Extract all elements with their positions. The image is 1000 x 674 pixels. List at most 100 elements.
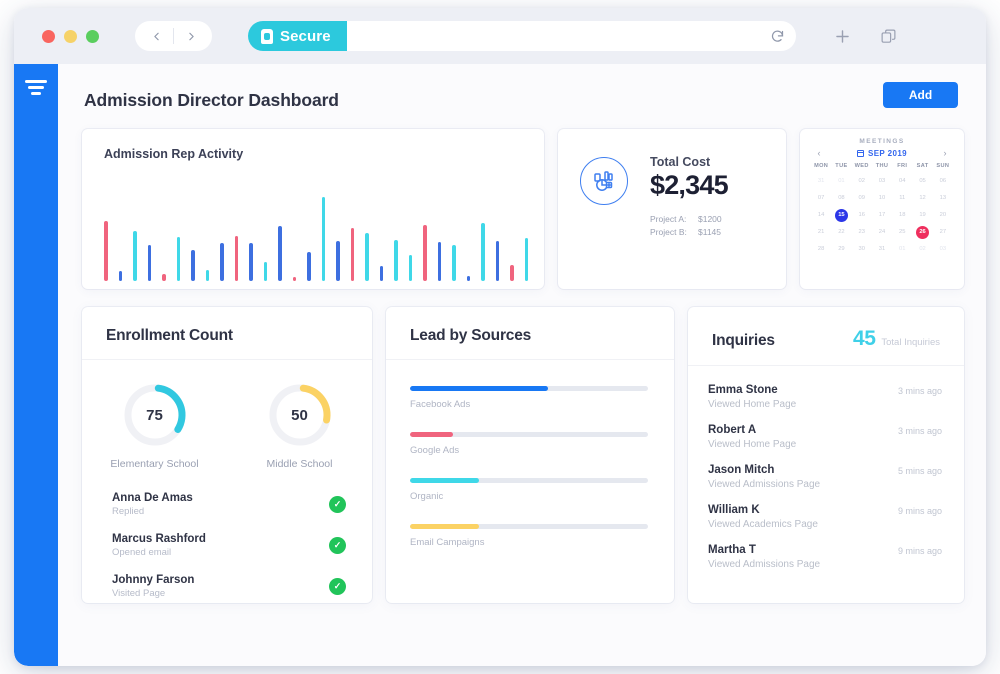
list-item[interactable]: William KViewed Academics Page9 mins ago: [708, 504, 942, 530]
inquiries-total: 45Total Inquiries: [853, 327, 940, 351]
lead-source-label: Organic: [410, 491, 648, 502]
activity-text: Anna De AmasReplied: [112, 492, 193, 517]
list-item[interactable]: Robert AViewed Home Page3 mins ago: [708, 424, 942, 450]
list-item[interactable]: Johnny FarsonVisited Page✓: [112, 574, 346, 599]
lead-progress-track: [410, 524, 648, 529]
inquiries-count-label: Total Inquiries: [881, 337, 940, 348]
close-window-button[interactable]: [42, 30, 55, 43]
inquiry-name: Emma Stone: [708, 384, 796, 396]
calendar-day-cell[interactable]: 01: [892, 242, 912, 257]
chart-bar: [191, 250, 195, 281]
chart-bar: [148, 245, 152, 281]
calendar-day-cell[interactable]: 20: [933, 208, 953, 223]
add-button[interactable]: Add: [883, 82, 958, 108]
lead-progress-fill: [410, 386, 548, 391]
list-item[interactable]: Anna De AmasReplied✓: [112, 492, 346, 517]
calendar-next-button[interactable]: ›: [939, 148, 951, 158]
enrollment-donut: 75Elementary School: [82, 382, 227, 470]
reload-button[interactable]: [760, 21, 794, 51]
calendar-day-cell[interactable]: 27: [933, 225, 953, 240]
chart-bar: [365, 233, 369, 281]
activity-status: Replied: [112, 506, 193, 517]
calendar-day-cell[interactable]: 01: [831, 174, 851, 189]
chart-bar: [119, 271, 123, 281]
calendar-day-cell[interactable]: 14: [811, 208, 831, 223]
calendar-day-cell[interactable]: 06: [933, 174, 953, 189]
calendar-day-cell[interactable]: 03: [872, 174, 892, 189]
calendar-day-cell[interactable]: 26: [912, 225, 932, 240]
activity-status: Opened email: [112, 547, 206, 558]
check-icon: ✓: [329, 537, 346, 554]
calendar-day-cell[interactable]: 31: [872, 242, 892, 257]
calendar-day-cell[interactable]: 03: [933, 242, 953, 257]
list-item[interactable]: Martha TViewed Admissions Page9 mins ago: [708, 544, 942, 570]
calendar-day-cell[interactable]: 07: [811, 191, 831, 206]
calendar-day-header: MON: [811, 163, 831, 172]
calendar-day-cell[interactable]: 22: [831, 225, 851, 240]
chart-bar: [423, 225, 427, 281]
calendar-month-selector[interactable]: SEP 2019: [857, 149, 907, 158]
donut-value: 75: [122, 382, 188, 448]
calendar-day-cell[interactable]: 18: [892, 208, 912, 223]
calendar-day-cell[interactable]: 28: [811, 242, 831, 257]
lead-source-label: Google Ads: [410, 445, 648, 456]
new-tab-button[interactable]: [830, 24, 854, 48]
calendar-day-cell[interactable]: 24: [872, 225, 892, 240]
activity-name: Marcus Rashford: [112, 533, 206, 545]
calendar-day-cell[interactable]: 13: [933, 191, 953, 206]
list-item[interactable]: Emma StoneViewed Home Page3 mins ago: [708, 384, 942, 410]
calendar-prev-button[interactable]: ‹: [813, 148, 825, 158]
inquiries-header: Inquiries 45Total Inquiries: [688, 307, 964, 366]
chrome-actions: [830, 24, 900, 48]
calendar-day-cell[interactable]: 08: [831, 191, 851, 206]
calendar-day-cell[interactable]: 15: [831, 208, 851, 223]
calendar-day-cell[interactable]: 31: [811, 174, 831, 189]
calendar-day-cell[interactable]: 12: [912, 191, 932, 206]
donut-label: Middle School: [227, 458, 372, 470]
enrollment-header: Enrollment Count: [82, 307, 372, 360]
navigation-controls: [135, 21, 212, 51]
calendar-day-cell[interactable]: 04: [892, 174, 912, 189]
lock-icon: [261, 29, 273, 44]
tab-overview-button[interactable]: [876, 24, 900, 48]
calendar-day-cell[interactable]: 05: [912, 174, 932, 189]
calendar-day-cell[interactable]: 21: [811, 225, 831, 240]
cost-project-value: $1145: [698, 226, 721, 239]
enrollment-donut-charts: 75Elementary School50Middle School: [82, 360, 372, 470]
minimize-window-button[interactable]: [64, 30, 77, 43]
calendar-day-cell[interactable]: 10: [872, 191, 892, 206]
calendar-day-cell[interactable]: 02: [852, 174, 872, 189]
chart-bar: [206, 270, 210, 281]
hamburger-menu-icon[interactable]: [25, 80, 47, 95]
maximize-window-button[interactable]: [86, 30, 99, 43]
calendar-day-cell[interactable]: 30: [852, 242, 872, 257]
total-cost-label: Total Cost: [650, 155, 728, 169]
calendar-day-cell[interactable]: 25: [892, 225, 912, 240]
lead-source-label: Email Campaigns: [410, 537, 648, 548]
calendar-day-cell[interactable]: 16: [852, 208, 872, 223]
calendar-day-cell[interactable]: 19: [912, 208, 932, 223]
calendar-day-cell[interactable]: 23: [852, 225, 872, 240]
rep-activity-list: Anna De AmasReplied✓Marcus RashfordOpene…: [82, 470, 372, 599]
forward-button[interactable]: [174, 21, 208, 51]
calendar-day-cell[interactable]: 11: [892, 191, 912, 206]
calendar-icon: [857, 150, 864, 157]
activity-text: Marcus Rashford Opened email: [112, 533, 206, 558]
chart-bar: [307, 252, 311, 281]
calendar-day-cell[interactable]: 29: [831, 242, 851, 257]
back-button[interactable]: [139, 21, 173, 51]
inquiry-time: 3 mins ago: [898, 424, 942, 436]
list-item[interactable]: Jason MitchViewed Admissions Page5 mins …: [708, 464, 942, 490]
activity-status: Visited Page: [112, 588, 194, 599]
calendar-day-cell[interactable]: 02: [912, 242, 932, 257]
address-bar[interactable]: Secure: [248, 21, 796, 51]
inquiry-text: William KViewed Academics Page: [708, 504, 818, 530]
chart-bar: [322, 197, 326, 281]
total-cost-value: $2,345: [650, 170, 728, 201]
calendar-day-cell[interactable]: 17: [872, 208, 892, 223]
calendar-heading: MEETINGS: [811, 138, 953, 145]
calendar-day-cell[interactable]: 09: [852, 191, 872, 206]
list-item[interactable]: Marcus Rashford Opened email ✓: [112, 533, 346, 558]
inquiries-panel: Inquiries 45Total Inquiries Emma StoneVi…: [688, 307, 964, 603]
dashboard-row-bottom: Enrollment Count 75Elementary School50Mi…: [82, 307, 964, 603]
